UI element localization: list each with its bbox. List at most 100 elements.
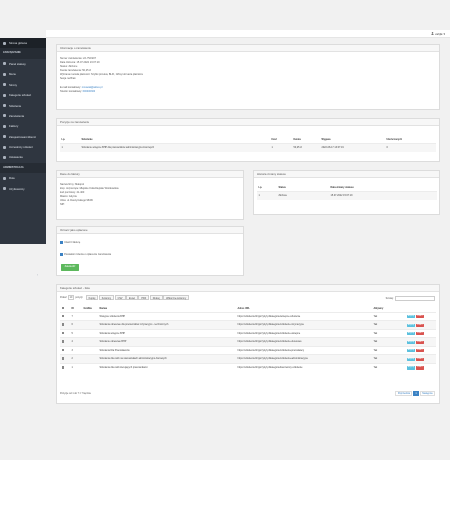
sidebar-item[interactable]: Zarejestrowani klienci xyxy=(0,132,46,142)
delete-button[interactable]: Usuń xyxy=(415,332,424,336)
cell: Szkolenia dla osób kierujących pracownik… xyxy=(99,366,148,369)
cell xyxy=(82,312,98,321)
edit-button[interactable]: Edytuj xyxy=(406,340,416,344)
invoice-panel: Dane do faktury Nazwa firmy: Malopol kts… xyxy=(56,170,244,220)
page-length-select[interactable]: 10 xyxy=(67,295,75,300)
cell: 7 xyxy=(71,314,73,318)
cell: Tak xyxy=(373,366,378,369)
col-lp: Lp. xyxy=(258,185,263,189)
categories-title: Kategorie szkoleń - lista xyxy=(57,285,439,292)
col-name[interactable]: Nazwa xyxy=(98,305,236,312)
page-1-button[interactable]: 1 xyxy=(412,391,420,396)
edit-button[interactable]: Edytuj xyxy=(406,332,416,336)
edit-button[interactable]: Edytuj xyxy=(406,366,416,370)
edit-button[interactable]: Edytuj xyxy=(406,349,416,353)
delete-button[interactable]: Usuń xyxy=(415,315,424,319)
col-id[interactable]: ID xyxy=(70,305,82,312)
export-button[interactable]: Drukuj xyxy=(149,295,163,300)
menu-icon xyxy=(3,124,6,128)
col-status: Status xyxy=(278,185,286,189)
show-label: Pokaż xyxy=(60,296,67,299)
prev-page-button[interactable]: Poprzednia xyxy=(395,391,413,396)
submit-button[interactable]: Zatwierdź xyxy=(61,264,79,271)
row-checkbox[interactable] xyxy=(61,357,65,360)
collapse-sidebar-icon[interactable]: ‹ xyxy=(37,273,38,277)
col-url[interactable]: Adres URL xyxy=(236,305,372,312)
order-phone-row: Telefon kontaktowy: 600400300 xyxy=(60,90,95,93)
sidebar-item[interactable]: Menu xyxy=(0,69,46,79)
sidebar-item[interactable]: Ustawienia xyxy=(0,152,46,162)
order-positions-title: Pozycje na zamówieniu xyxy=(57,119,439,126)
email-link[interactable]: mnowak@adres.pl xyxy=(82,86,103,89)
categories-table-wrap: ID Grafika Nazwa Adres URL Aktywny 7 Wstę… xyxy=(60,305,436,372)
sidebar-item-label: Użytkownicy xyxy=(9,186,25,191)
sidebar-item[interactable]: Faktury xyxy=(0,121,46,131)
delete-button[interactable]: Usuń xyxy=(415,323,424,327)
export-button[interactable]: CSV xyxy=(114,295,126,300)
edit-button[interactable]: Edytuj xyxy=(406,323,416,327)
cell xyxy=(60,338,70,347)
cell: Tak xyxy=(373,331,378,335)
export-button[interactable]: Kopiuj xyxy=(85,295,99,300)
user-menu[interactable]: vahjE ▾ xyxy=(430,32,445,36)
col-actions xyxy=(405,305,436,312)
edit-button[interactable]: Edytuj xyxy=(406,315,416,319)
cell: Tak xyxy=(373,323,378,327)
col-select xyxy=(60,305,70,312)
search-input[interactable] xyxy=(395,296,435,301)
cell: Szkolenia okresowe dla pracowników inżyn… xyxy=(99,323,169,327)
sidebar-item[interactable]: Szkolenie xyxy=(0,100,46,110)
col-active[interactable]: Aktywny xyxy=(372,305,405,312)
cell: https://szkolenia.bhpprzybyl.pl/kategori… xyxy=(237,357,308,361)
col-image[interactable]: Grafika xyxy=(82,305,98,312)
order-info-title: Informacje o zamówieniu xyxy=(57,45,439,52)
sidebar-item[interactable]: Strona główna xyxy=(0,38,46,49)
sidebar-section-header: ADMINISTRACJA xyxy=(0,162,46,174)
export-button[interactable]: Kolumny xyxy=(98,295,115,300)
export-button[interactable]: PDF xyxy=(138,295,150,300)
notify-client-option[interactable]: Powiadom klienta o opłaceniu zamówienia xyxy=(60,253,111,256)
sidebar-item[interactable]: Strony xyxy=(0,80,46,90)
cell: Edytuj Usuń xyxy=(405,346,436,355)
export-button[interactable]: Widoczne kolumny xyxy=(163,295,190,300)
notify-client-checkbox[interactable] xyxy=(60,253,63,256)
cell: Tak xyxy=(373,348,378,352)
cell: Edytuj Usuń xyxy=(405,329,436,338)
row-checkbox[interactable] xyxy=(61,331,65,335)
sidebar-item[interactable]: Uczestnicy szkoleń xyxy=(0,142,46,152)
notify-client-label: Powiadom klienta o opłaceniu zamówienia xyxy=(64,253,112,256)
cell: 2 xyxy=(71,357,73,361)
delete-button[interactable]: Usuń xyxy=(415,349,424,353)
sidebar-item[interactable]: Zamówienia xyxy=(0,111,46,121)
select-all-checkbox[interactable] xyxy=(61,306,65,310)
row-checkbox[interactable] xyxy=(61,323,65,326)
edit-button[interactable]: Edytuj xyxy=(406,357,416,361)
phone-link[interactable]: 600400300 xyxy=(83,90,96,93)
delete-button[interactable]: Usuń xyxy=(415,366,424,370)
create-invoice-option[interactable]: Utwórz fakturę xyxy=(60,241,80,244)
create-invoice-checkbox[interactable] xyxy=(60,241,63,244)
cell: Szkolenia wstępne BHP xyxy=(99,331,126,335)
cell: Tak xyxy=(373,314,378,318)
row-checkbox[interactable] xyxy=(61,340,65,343)
cell xyxy=(60,346,70,355)
table-row: 6 Szkolenia okresowe dla pracowników inży… xyxy=(60,320,436,330)
col-training: Szkolenie xyxy=(81,137,93,141)
sidebar-item[interactable]: Kategorie szkoleń xyxy=(0,90,46,100)
row-checkbox[interactable] xyxy=(61,314,65,318)
next-page-button[interactable]: Następna xyxy=(419,391,435,396)
export-button[interactable]: Excel xyxy=(126,295,138,300)
sidebar-item[interactable]: Użytkownicy xyxy=(0,183,46,193)
sidebar-item[interactable]: Role xyxy=(0,173,46,183)
search-label: Szukaj: xyxy=(385,296,394,300)
row-checkbox[interactable] xyxy=(61,366,65,369)
sidebar-item-label: Zarejestrowani klienci xyxy=(9,134,36,139)
delete-button[interactable]: Usuń xyxy=(415,357,424,361)
cell xyxy=(60,321,70,330)
row-checkbox[interactable] xyxy=(61,348,65,352)
sidebar-item[interactable]: Panel statusy xyxy=(0,59,46,69)
history-table: Lp. Status Data zmiany statusu 1 Złożone… xyxy=(257,184,437,200)
history-header-row: Lp. Status Data zmiany statusu xyxy=(257,184,437,191)
delete-button[interactable]: Usuń xyxy=(415,340,424,344)
positions-table: Lp. Szkolenie Ilość Kwota Wygasa Ukończo… xyxy=(60,136,436,152)
